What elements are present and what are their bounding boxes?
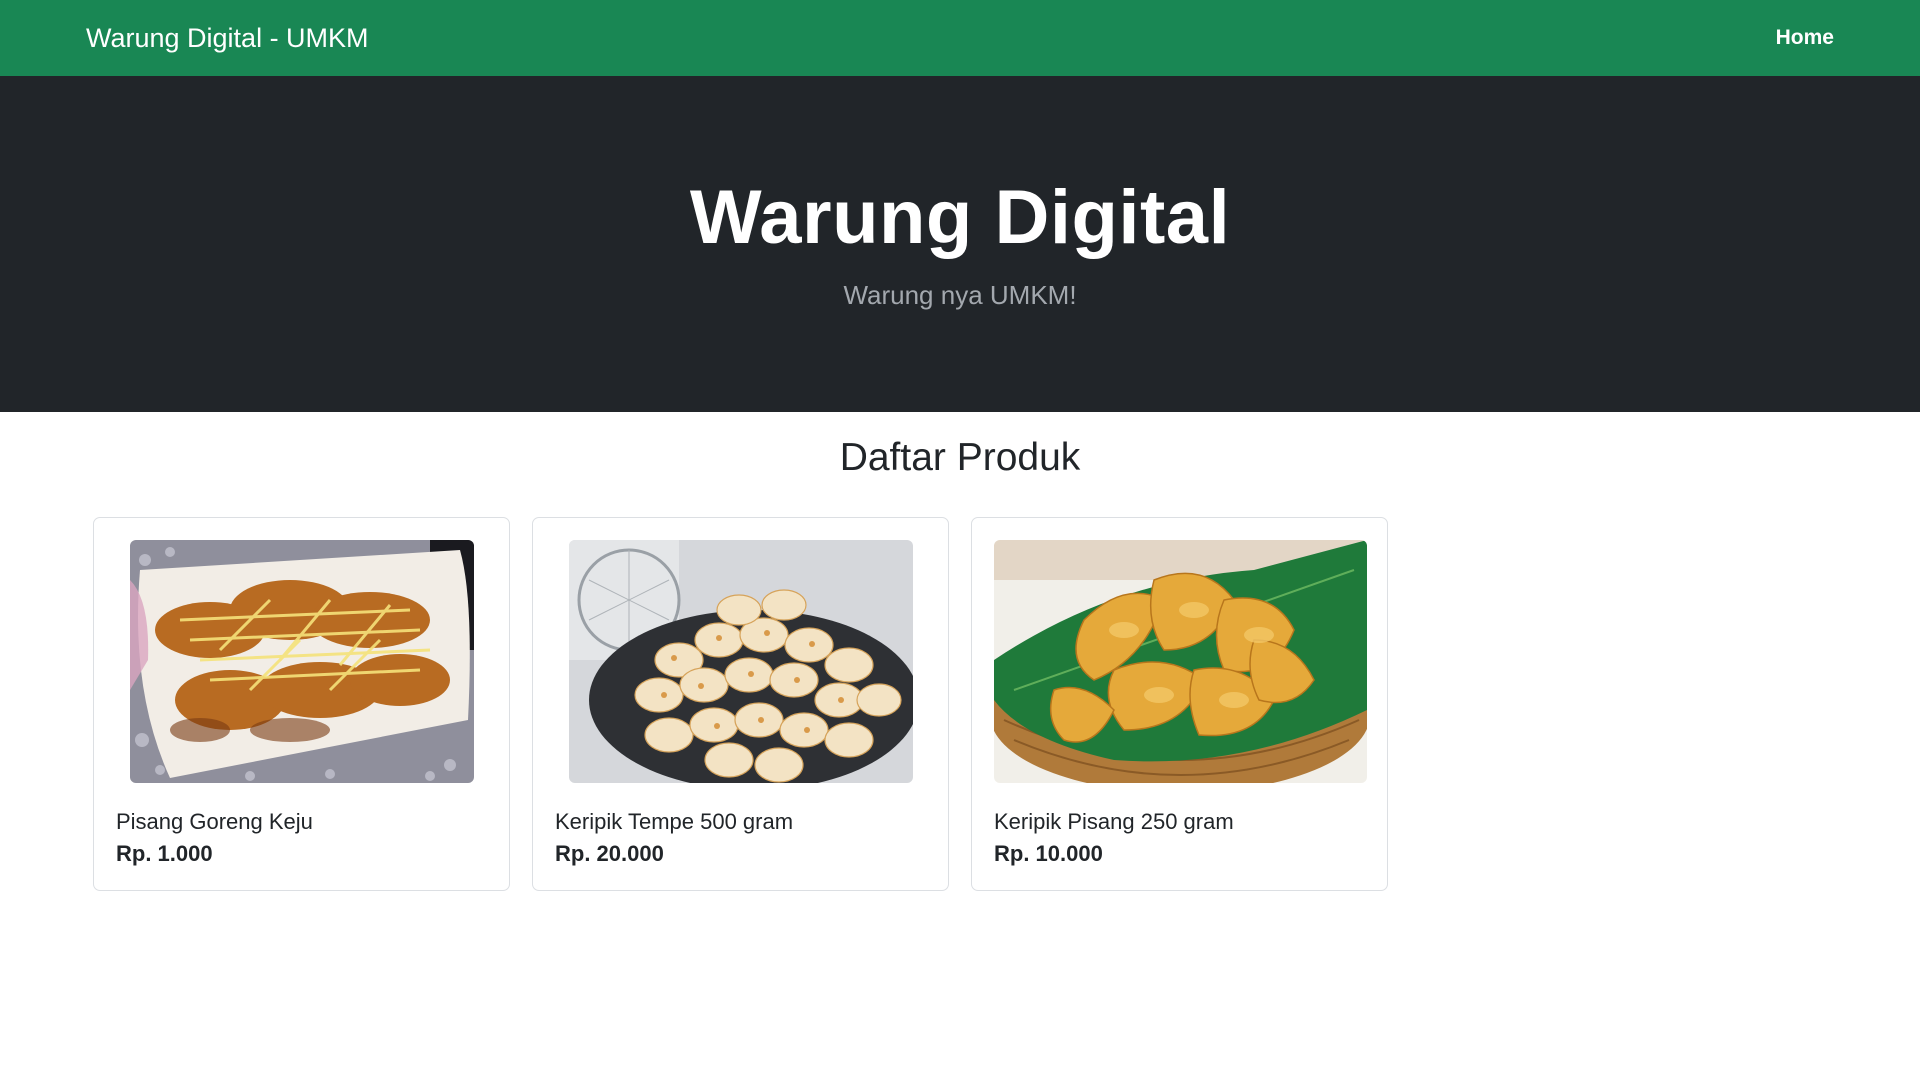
hero-title: Warung Digital (689, 175, 1231, 260)
product-card[interactable]: Keripik Pisang 250 gram Rp. 10.000 (971, 517, 1388, 891)
nav-link-home[interactable]: Home (1776, 26, 1834, 50)
product-image-fried-banana-cheese[interactable] (130, 540, 474, 783)
product-name[interactable]: Keripik Pisang 250 gram (994, 809, 1234, 835)
product-card[interactable]: Pisang Goreng Keju Rp. 1.000 (93, 517, 510, 891)
product-price: Rp. 1.000 (116, 841, 213, 866)
product-price: Rp. 20.000 (555, 841, 664, 866)
product-list: Pisang Goreng Keju Rp. 1.000 Keripik Tem… (93, 517, 1388, 891)
product-image-banana-chips[interactable] (994, 540, 1367, 783)
product-price: Rp. 10.000 (994, 841, 1103, 866)
product-name[interactable]: Keripik Tempe 500 gram (555, 809, 793, 835)
hero-subtitle: Warung nya UMKM! (843, 280, 1077, 310)
product-name[interactable]: Pisang Goreng Keju (116, 809, 313, 835)
section-title: Daftar Produk (839, 436, 1081, 479)
product-card[interactable]: Keripik Tempe 500 gram Rp. 20.000 (532, 517, 949, 891)
navbar-brand[interactable]: Warung Digital - UMKM (86, 23, 369, 54)
product-image-tempe-chips[interactable] (569, 540, 913, 783)
navbar: Warung Digital - UMKM Home (0, 0, 1920, 76)
hero-banner: Warung Digital Warung nya UMKM! (0, 76, 1920, 412)
